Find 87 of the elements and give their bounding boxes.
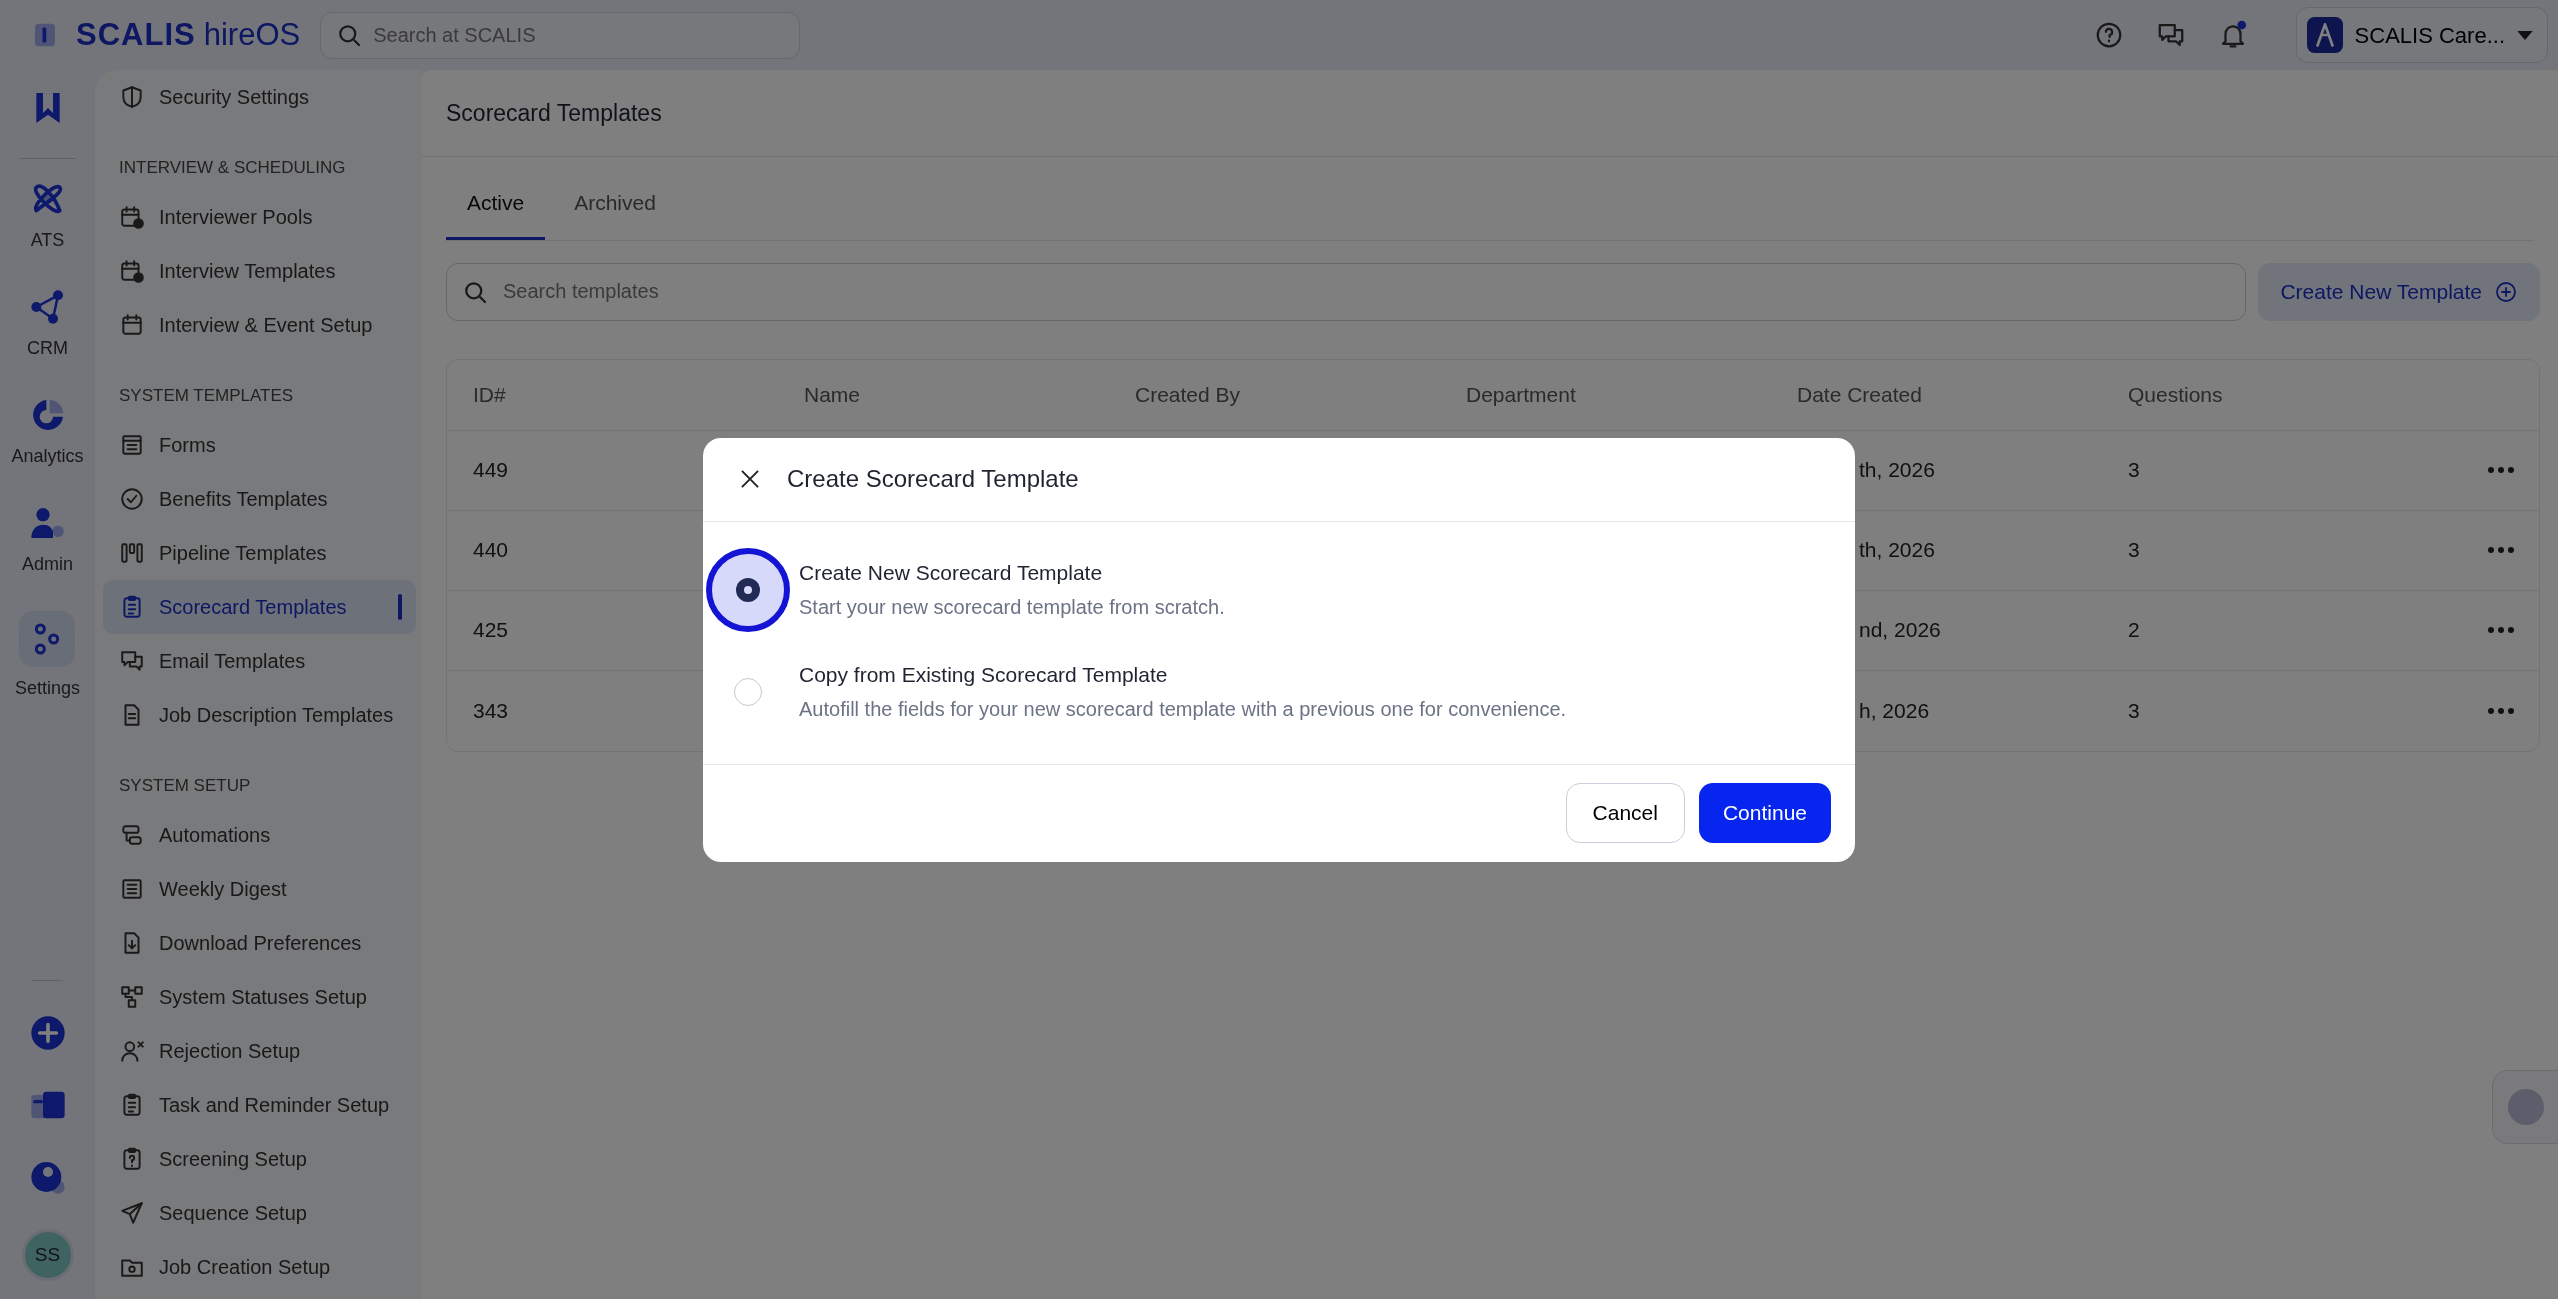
send-icon: [119, 1200, 145, 1226]
newspaper-icon: [119, 876, 145, 902]
sidebar-item[interactable]: Rejection Setup: [103, 1024, 416, 1078]
table-cell: 440: [473, 538, 509, 562]
continue-button[interactable]: Continue: [1698, 783, 1831, 843]
sidebar-item[interactable]: Screening Setup: [103, 1132, 416, 1186]
check-badge-icon: [119, 486, 145, 512]
shield-icon: [119, 84, 145, 110]
calendar-clock-icon: [119, 258, 145, 284]
table-cell: 2: [2128, 618, 2140, 642]
calendar-person-icon: [119, 204, 145, 230]
option-description: Autofill the fields for your new scorecard template with a previous one for convenience.: [799, 697, 1567, 723]
rail-nav-item[interactable]: Analytics: [11, 395, 84, 503]
section-heading: SYSTEM SETUP: [118, 775, 252, 798]
option-title: Copy from Existing Scorecard Template: [799, 661, 1169, 688]
photo-placeholder: [2507, 1089, 2544, 1125]
plus-circle-icon: [2494, 279, 2518, 304]
sidebar-item[interactable]: Interview & Event Setup: [103, 298, 416, 352]
dialog-title: Create Scorecard Template: [787, 464, 1079, 494]
sidebar-item[interactable]: Task and Reminder Setup: [103, 1078, 416, 1132]
chat-icon: [119, 648, 145, 674]
rail-nav-item[interactable]: Admin: [22, 503, 73, 611]
rail-nav-item[interactable]: ATS: [27, 179, 68, 287]
caret-icon: [2517, 30, 2533, 40]
table-cell: 3: [2128, 458, 2140, 482]
sidebar-item[interactable]: Job Creation Setup: [103, 1240, 416, 1294]
more-icon: [2487, 466, 2515, 474]
table-cell: 343: [473, 698, 509, 722]
sidebar-item[interactable]: Forms: [103, 418, 416, 472]
sidebar-item[interactable]: Interviewer Pools: [103, 190, 416, 244]
table-cell: th, 2026: [1859, 538, 1935, 562]
user-avatar[interactable]: SS: [21, 1229, 74, 1281]
sidebar-item[interactable]: Email Templates: [103, 634, 416, 688]
option-title: Create New Scorecard Template: [799, 559, 1104, 586]
table-cell: 449: [473, 458, 509, 482]
logo-wordmark: SCALIS: [76, 15, 196, 54]
search-field[interactable]: Search at SCALIS: [320, 11, 801, 59]
option-description: Start your new scorecard template from scratch.: [799, 595, 1225, 621]
sidebar-item[interactable]: Pipeline Templates: [103, 526, 416, 580]
sidebar-item[interactable]: Interview Templates: [103, 244, 416, 298]
cancel-button[interactable]: Cancel: [1565, 783, 1685, 843]
column-header: ID#: [473, 382, 506, 406]
sidebar-item[interactable]: Benefits Templates: [103, 472, 416, 526]
sidebar-item[interactable]: Automations: [103, 808, 416, 862]
page-title: Scorecard Templates: [446, 98, 662, 128]
table-cell: 425: [473, 618, 509, 642]
column-header: Questions: [2128, 382, 2223, 406]
section-heading: SYSTEM TEMPLATES: [118, 385, 295, 408]
row-menu-button[interactable]: [2487, 706, 2515, 715]
sidebar-item[interactable]: Job Description Templates: [103, 688, 416, 742]
sidebar-item[interactable]: Sequence Setup: [103, 1186, 416, 1240]
company-logo-icon: [2306, 17, 2343, 53]
columns-icon: [119, 540, 145, 566]
create-template-button[interactable]: Create New Template: [2258, 262, 2540, 321]
account-menu[interactable]: SCALIS Care...: [2295, 7, 2548, 63]
section-heading: INTERVIEW & SCHEDULING: [118, 157, 347, 180]
form-icon: [119, 432, 145, 458]
rail-nav-item[interactable]: CRM: [27, 287, 68, 395]
row-menu-button[interactable]: [2487, 546, 2515, 554]
automation-icon: [119, 822, 145, 848]
sidebar-item[interactable]: System Statuses Setup: [103, 970, 416, 1024]
sidebar-item[interactable]: Scorecard Templates: [103, 580, 416, 634]
column-header: Name: [804, 382, 861, 406]
more-icon: [2487, 546, 2515, 554]
row-menu-button[interactable]: [2487, 466, 2515, 474]
table-cell: nd, 2026: [1859, 618, 1941, 642]
row-menu-button[interactable]: [2487, 626, 2515, 634]
table-cell: 3: [2128, 698, 2140, 722]
tab[interactable]: Archived: [553, 169, 677, 240]
more-icon: [2487, 706, 2515, 715]
table-cell: h, 2026: [1859, 698, 1930, 722]
sidebar-item[interactable]: Weekly Digest: [103, 862, 416, 916]
table-cell: th, 2026: [1859, 458, 1935, 482]
table-cell: 3: [2128, 538, 2140, 562]
search-field[interactable]: Search templates: [446, 262, 2247, 321]
sidebar-item[interactable]: Security Settings: [103, 70, 416, 124]
column-header: Created By: [1135, 382, 1241, 406]
user-remove-icon: [119, 1038, 145, 1064]
calendar-icon: [119, 312, 145, 338]
column-header: Department: [1466, 382, 1576, 406]
rail-nav-item[interactable]: Settings: [14, 611, 80, 719]
product-name: hireOS: [203, 15, 301, 54]
tab[interactable]: Active: [446, 169, 546, 240]
more-icon: [2487, 626, 2515, 634]
hierarchy-icon: [119, 984, 145, 1010]
column-header: Date Created: [1797, 382, 1922, 406]
sidebar-item[interactable]: Download Preferences: [103, 916, 416, 970]
